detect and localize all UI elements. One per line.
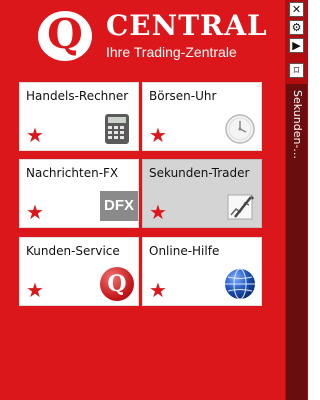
side-bar: ✕ ⚙ ▶ ⌑ Sekunden-... [285,0,308,400]
tile-label: Sekunden-Trader [149,166,250,180]
calculator-icon [105,114,129,144]
q-logo-icon: Q [100,267,134,301]
favorite-star-icon[interactable]: ★ [26,280,44,300]
tile-label: Handels-Rechner [26,89,129,103]
clock-icon [225,114,255,144]
tile-sekunden-trader[interactable]: Sekunden-Trader ★ [142,159,262,228]
main-panel: Q CENTRAL Ihre Trading-Zentrale Handels-… [0,0,285,400]
globe-icon [225,268,255,300]
favorite-star-icon[interactable]: ★ [149,202,167,222]
logo-letter: Q [47,10,83,58]
brand-tagline: Ihre Trading-Zentrale [106,44,237,60]
sidebar-tab-label: Sekunden-... [291,90,304,159]
tile-label: Kunden-Service [26,244,120,258]
favorite-star-icon[interactable]: ★ [26,202,44,222]
sidebar-tab-sekunden-trader[interactable]: Sekunden-... [286,84,307,400]
tile-online-hilfe[interactable]: Online-Hilfe ★ [142,237,262,306]
q-logo-letter: Q [107,271,127,297]
favorite-star-icon[interactable]: ★ [149,280,167,300]
favorite-star-icon[interactable]: ★ [26,125,44,145]
pin-icon[interactable]: ⌑ [289,63,304,78]
tile-handels-rechner[interactable]: Handels-Rechner ★ [19,82,139,151]
settings-icon[interactable]: ⚙ [289,20,304,35]
tile-kunden-service[interactable]: Kunden-Service ★ Q [19,237,139,306]
tile-boersen-uhr[interactable]: Börsen-Uhr ★ [142,82,262,151]
brand-title: CENTRAL [106,9,268,42]
favorite-star-icon[interactable]: ★ [149,125,167,145]
expand-arrow-icon[interactable]: ▶ [289,38,304,53]
dfx-icon: DFX [100,191,138,221]
close-icon[interactable]: ✕ [289,2,304,17]
tile-nachrichten-fx[interactable]: Nachrichten-FX ★ DFX [19,159,139,228]
dfx-icon-text: DFX [104,197,134,214]
tile-label: Online-Hilfe [149,244,220,258]
tile-label: Börsen-Uhr [149,89,217,103]
tile-label: Nachrichten-FX [26,166,119,180]
q-central-logo: Q CENTRAL Ihre Trading-Zentrale [38,7,267,63]
trading-widget: Q CENTRAL Ihre Trading-Zentrale Handels-… [0,0,308,400]
pen-chart-icon [227,194,254,220]
